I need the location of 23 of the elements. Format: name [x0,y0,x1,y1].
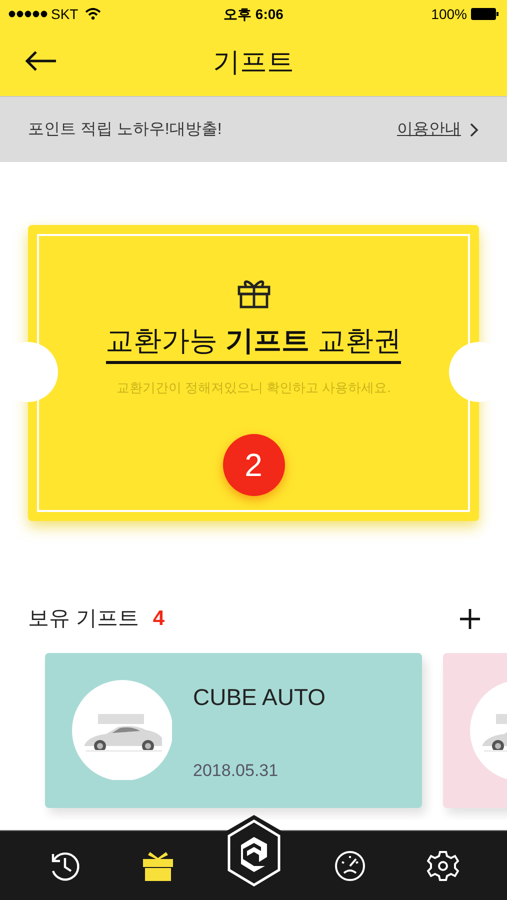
status-time: 오후 6:06 [224,4,284,24]
gift-count: 4 [152,606,165,632]
settings-icon [426,850,458,882]
back-arrow-icon [24,50,58,72]
gift-title: CUBE AUTO [193,682,326,712]
wifi-icon [85,8,102,20]
gift-date: 2018.05.31 [193,760,280,782]
back-button[interactable] [24,50,58,72]
gauge-icon [334,850,366,882]
count-badge: 2 [222,434,284,496]
carrier-name: SKT [51,4,78,24]
plus-icon [459,608,481,630]
page-title: 기프트 [213,46,294,79]
add-button[interactable] [459,608,481,630]
chevron-right-icon [469,122,479,138]
gift-icon [142,850,174,882]
gift-card[interactable]: CUBE AUTO 2018.05.31 [45,652,422,808]
section-title: 보유 기프트 [28,606,139,632]
signal-icon [8,10,48,18]
banner-text: 포인트 적립 노하우!대방출! [28,120,222,140]
battery-percent: 100% [431,4,467,24]
battery-icon [470,8,499,20]
ticket-title: 교환가능 기프트 교환권 [106,323,402,364]
